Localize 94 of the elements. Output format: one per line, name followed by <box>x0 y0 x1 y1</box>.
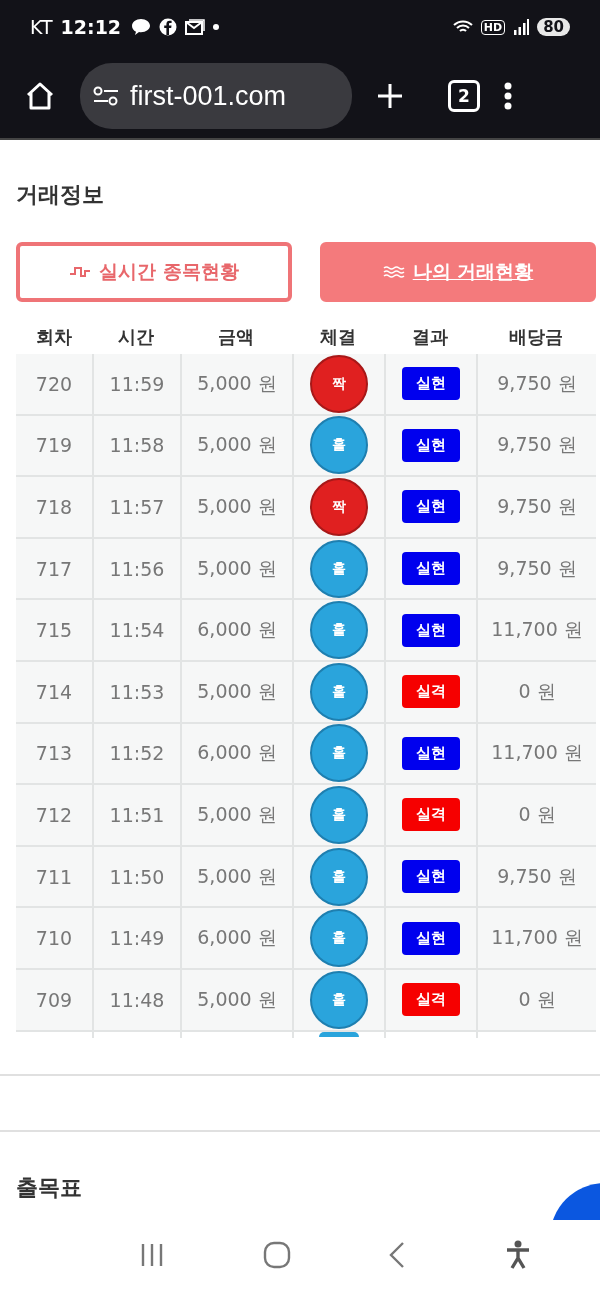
time-cell: 11:59 <box>92 354 180 414</box>
pulse-icon <box>69 265 92 279</box>
time-cell: 11:54 <box>92 600 180 660</box>
new-tab-icon[interactable] <box>376 82 404 110</box>
round-cell-text: 709 <box>34 987 74 1013</box>
pick-circle: 홀 <box>310 785 368 844</box>
time-cell: 11:51 <box>92 785 180 845</box>
result-tag: 실현 <box>402 860 460 894</box>
amount-cell: 5,000 원 <box>180 354 292 414</box>
pick-circle: 홀 <box>310 539 368 598</box>
round-cell-text: 720 <box>34 371 74 397</box>
result-tag: 실현 <box>402 490 460 524</box>
payout-cell: 9,750 원 <box>476 415 596 476</box>
mail-icon <box>185 19 206 35</box>
result-tag: 실현 <box>402 428 460 462</box>
round-cell-text: 717 <box>34 556 74 582</box>
column-header: 금액 <box>217 325 255 349</box>
time-cell: 11:53 <box>92 661 180 722</box>
amount-cell: 5,000 원 <box>180 785 292 845</box>
result-tag: 실현 <box>402 552 460 586</box>
site-settings-icon[interactable] <box>92 84 120 108</box>
amount-cell: 6,000 원 <box>180 908 292 968</box>
round-cell-text: 710 <box>34 926 74 952</box>
pick-circle: 홀 <box>310 970 368 1029</box>
round-cell-text: 713 <box>34 741 74 767</box>
round-cell-text: 719 <box>34 433 74 459</box>
amount-cell: 5,000 원 <box>180 969 292 1030</box>
payout-cell: 9,750 원 <box>476 477 596 537</box>
time-cell: 11:52 <box>92 723 180 784</box>
payout-cell: 9,750 원 <box>476 354 596 414</box>
result-tag: 실격 <box>402 798 460 832</box>
payout-cell: 11,700 원 <box>476 600 596 660</box>
result-tag: 실격 <box>402 675 460 709</box>
tab-count-button[interactable]: 2 <box>448 80 480 112</box>
result-tag: 실현 <box>402 736 460 770</box>
pick-circle: 짝 <box>310 354 368 413</box>
result-tag: 실현 <box>402 921 460 955</box>
home-icon[interactable] <box>24 80 56 112</box>
time-cell: 11:49 <box>92 908 180 968</box>
time-cell: 11:56 <box>92 538 180 599</box>
pick-circle: 짝 <box>310 478 368 536</box>
pick-circle: 홀 <box>310 909 368 968</box>
payout-cell: 0 원 <box>476 969 596 1030</box>
payout-cell: 0 원 <box>476 785 596 845</box>
column-header: 배당금 <box>508 325 564 349</box>
signal-icon <box>513 19 530 35</box>
battery-level: 80 <box>537 18 570 36</box>
address-bar[interactable]: first-001.com <box>80 63 352 129</box>
amount-cell: 5,000 원 <box>180 477 292 537</box>
carrier-name: KT <box>30 16 53 38</box>
payout-cell: 0 원 <box>476 661 596 722</box>
clock-time: 12:12 <box>60 16 122 38</box>
url-text: first-001.com <box>130 80 287 112</box>
pick-circle: 홀 <box>310 662 368 721</box>
menu-icon[interactable] <box>504 82 512 110</box>
pick-circle: 홀 <box>310 416 368 475</box>
pick-circle: 홀 <box>310 847 368 906</box>
column-header: 체결 <box>319 325 357 349</box>
payout-cell: 11,700 원 <box>476 723 596 784</box>
amount-cell: 5,000 원 <box>180 846 292 907</box>
pick-circle: 홀 <box>310 601 368 660</box>
column-header: 결과 <box>411 325 449 349</box>
round-cell-text: 711 <box>34 864 74 890</box>
column-header: 시간 <box>117 325 155 349</box>
time-cell: 11:58 <box>92 415 180 476</box>
amount-cell: 5,000 원 <box>180 661 292 722</box>
section-title: 출목표 <box>16 1173 82 1202</box>
section-title: 거래정보 <box>16 181 105 209</box>
dot-icon <box>213 24 220 30</box>
round-cell-text: 715 <box>34 618 74 644</box>
amount-cell: 5,000 원 <box>180 415 292 476</box>
payout-cell: 11,700 원 <box>476 908 596 968</box>
waves-icon <box>382 265 405 279</box>
hd-voice-badge: HD <box>480 19 506 35</box>
pick-circle: 홀 <box>310 724 368 783</box>
round-cell-text: 718 <box>34 495 74 520</box>
amount-cell: 5,000 원 <box>180 538 292 599</box>
chat-bubble-icon <box>131 18 152 36</box>
result-tag: 실현 <box>402 367 460 401</box>
result-tag: 실격 <box>402 983 460 1017</box>
round-cell-text: 712 <box>34 802 74 828</box>
time-cell: 11:48 <box>92 969 180 1030</box>
home-button-icon[interactable] <box>262 1241 291 1269</box>
column-header: 회차 <box>35 325 73 349</box>
amount-cell: 6,000 원 <box>180 600 292 660</box>
circle-edge-icon <box>319 1031 359 1037</box>
facebook-icon <box>159 18 178 36</box>
payout-cell: 9,750 원 <box>476 846 596 907</box>
round-cell-text: 714 <box>34 679 74 705</box>
payout-cell: 9,750 원 <box>476 538 596 599</box>
time-cell: 11:57 <box>92 477 180 537</box>
amount-cell: 6,000 원 <box>180 723 292 784</box>
result-tag: 실현 <box>402 613 460 647</box>
time-cell: 11:50 <box>92 846 180 907</box>
